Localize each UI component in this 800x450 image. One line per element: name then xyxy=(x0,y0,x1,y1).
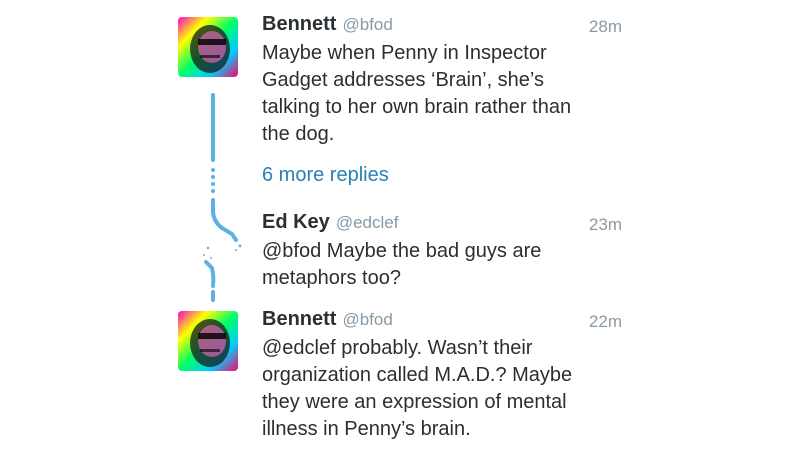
tweet-timestamp[interactable]: 28m xyxy=(589,17,622,37)
rainbow-portrait-avatar-icon xyxy=(178,17,238,77)
tweet-line: Maybe when Penny in Inspector xyxy=(262,42,547,64)
avatar[interactable] xyxy=(178,311,238,371)
author-name[interactable]: Bennett @bfod xyxy=(262,13,393,36)
tweet-line: Gadget addresses ‘Brain’, she’s xyxy=(262,69,545,91)
author-handle[interactable]: @bfod xyxy=(342,310,392,329)
avatar[interactable] xyxy=(178,17,238,77)
author-display-name[interactable]: Bennett xyxy=(262,308,336,330)
author-name[interactable]: Ed Key @edclef xyxy=(262,211,398,234)
rainbow-portrait-avatar-icon xyxy=(178,311,238,371)
tweet-text: @edclef probably. Wasn’t their organizat… xyxy=(262,335,622,443)
tweet-line: @edclef probably. Wasn’t their xyxy=(262,337,533,359)
author-display-name[interactable]: Ed Key xyxy=(262,211,330,233)
tweet-line: organization called M.A.D.? Maybe xyxy=(262,364,573,386)
tweet-line: talking to her own brain rather than xyxy=(262,96,572,118)
tweet-line: illness in Penny’s brain. xyxy=(262,418,471,440)
tweet-timestamp[interactable]: 23m xyxy=(589,215,622,235)
author-name[interactable]: Bennett @bfod xyxy=(262,308,393,331)
tweet-text: @bfod Maybe the bad guys are metaphors t… xyxy=(262,238,622,292)
author-handle[interactable]: @bfod xyxy=(342,15,392,34)
author-display-name[interactable]: Bennett xyxy=(262,13,336,35)
tweet-line: @bfod Maybe the bad guys are xyxy=(262,240,542,262)
tweet-line: they were an expression of mental xyxy=(262,391,567,413)
tweet-line: metaphors too? xyxy=(262,267,401,289)
author-handle[interactable]: @edclef xyxy=(336,213,399,232)
tweet-text: Maybe when Penny in Inspector Gadget add… xyxy=(262,40,622,148)
tweet-line: the dog. xyxy=(262,123,335,145)
more-replies-link[interactable]: 6 more replies xyxy=(262,164,389,187)
tweet-timestamp[interactable]: 22m xyxy=(589,312,622,332)
